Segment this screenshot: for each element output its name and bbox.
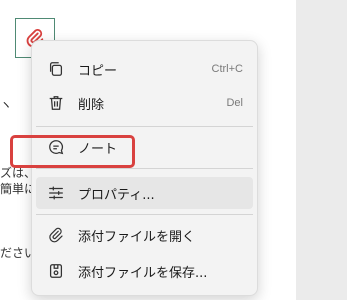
menu-item-save-attachment[interactable]: 添付ファイルを保存... [36,255,253,287]
side-panel [296,0,347,300]
menu-item-label: コピー [78,63,118,79]
save-attachment-icon [46,261,66,281]
menu-item-label: プロパティ... [78,187,155,203]
menu-item-shortcut: Ctrl+C [211,63,243,75]
menu-separator [36,168,253,169]
background-text-fragment: ヽ [0,98,13,112]
menu-item-shortcut: Del [226,97,243,109]
menu-item-properties[interactable]: プロパティ... [36,177,253,209]
menu-item-label: ノート [78,141,118,157]
copy-icon [46,59,66,79]
menu-separator [36,214,253,215]
menu-item-label: 添付ファイルを保存... [78,265,208,281]
trash-icon [46,93,66,113]
menu-item-copy[interactable]: コピー Ctrl+C [36,53,253,85]
menu-item-label: 削除 [78,97,105,113]
open-attachment-icon [46,225,66,245]
menu-item-delete[interactable]: 削除 Del [36,87,253,119]
menu-item-label: 添付ファイルを開く [78,229,196,245]
menu-item-open-attachment[interactable]: 添付ファイルを開く [36,219,253,251]
menu-item-note[interactable]: ノート [36,131,253,163]
context-menu: コピー Ctrl+C 削除 Del ノート プロパティ... 添付ファイルを開く… [31,40,258,296]
menu-separator [36,126,253,127]
note-icon [46,137,66,157]
properties-icon [46,183,66,203]
